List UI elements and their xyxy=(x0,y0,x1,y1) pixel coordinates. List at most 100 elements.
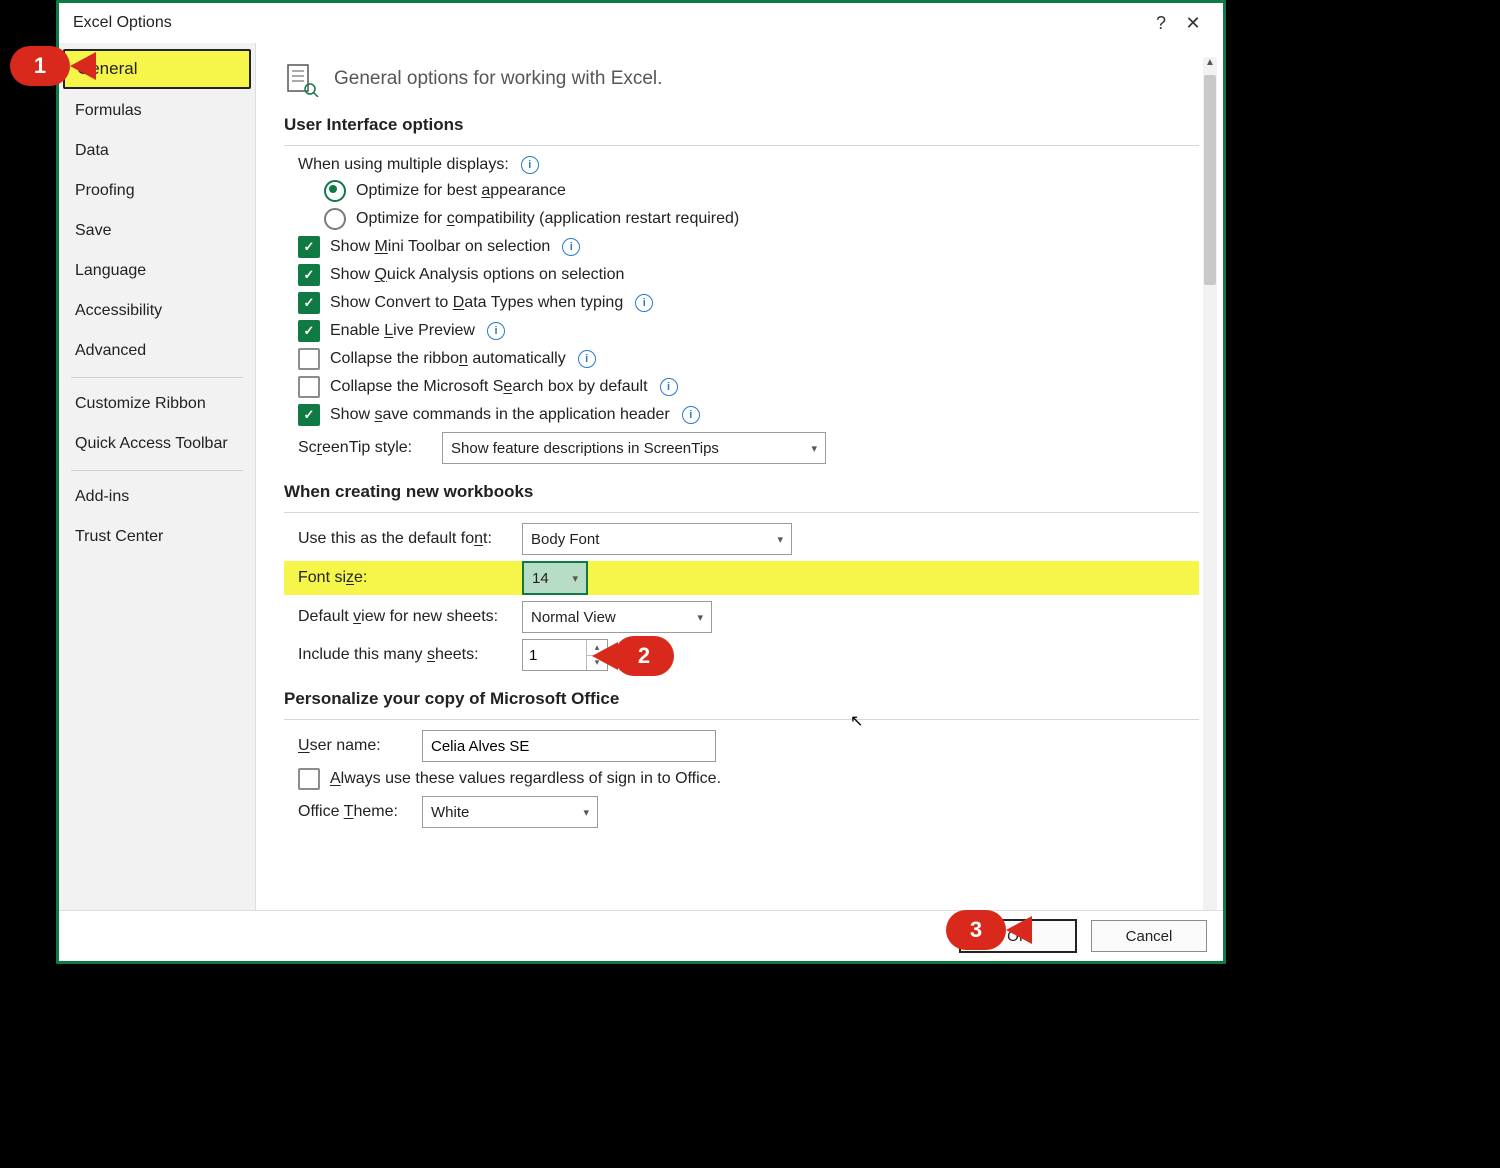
section-divider xyxy=(284,512,1199,513)
sidebar-item-accessibility[interactable]: Accessibility xyxy=(59,291,255,331)
chk-collapse-ribbon[interactable] xyxy=(298,348,320,370)
excel-options-dialog: Excel Options ? ✕ General Formulas Data … xyxy=(56,0,1226,964)
default-view-value: Normal View xyxy=(531,609,616,626)
radio-compat-row[interactable]: Optimize for compatibility (application … xyxy=(284,208,1199,230)
section-personalize: Personalize your copy of Microsoft Offic… xyxy=(284,689,1199,828)
cancel-button[interactable]: Cancel xyxy=(1091,920,1207,952)
office-theme-row: Office Theme: White ▾ xyxy=(284,796,1199,828)
default-view-label: Default view for new sheets: xyxy=(298,608,508,626)
font-size-row: Font size: 14 ▾ xyxy=(284,561,1199,595)
default-font-select[interactable]: Body Font ▾ xyxy=(522,523,792,555)
chk-collapse-search-label: Collapse the Microsoft Search box by def… xyxy=(330,378,648,396)
chk-always-use-values[interactable] xyxy=(298,768,320,790)
annotation-badge-3: 3 xyxy=(946,910,1028,950)
chk-live-preview[interactable] xyxy=(298,320,320,342)
titlebar: Excel Options ? ✕ xyxy=(59,3,1223,43)
info-icon[interactable]: i xyxy=(578,350,596,368)
chk-quick-label: Show Quick Analysis options on selection xyxy=(330,266,624,284)
sidebar-item-language[interactable]: Language xyxy=(59,251,255,291)
sidebar: General Formulas Data Proofing Save Lang… xyxy=(59,43,256,910)
radio-compatibility[interactable] xyxy=(324,208,346,230)
chk-save-commands-header[interactable] xyxy=(298,404,320,426)
office-theme-label: Office Theme: xyxy=(298,803,408,821)
info-icon[interactable]: i xyxy=(562,238,580,256)
section-title-ui: User Interface options xyxy=(284,115,1199,135)
chk-mini-label: Show Mini Toolbar on selection xyxy=(330,238,550,256)
font-size-value: 14 xyxy=(532,570,549,587)
section-title-workbooks: When creating new workbooks xyxy=(284,482,1199,502)
info-icon[interactable]: i xyxy=(635,294,653,312)
chevron-down-icon: ▾ xyxy=(572,572,578,585)
username-input[interactable] xyxy=(422,730,716,762)
chk-collapse-search-row[interactable]: Collapse the Microsoft Search box by def… xyxy=(284,376,1199,398)
sidebar-item-data[interactable]: Data xyxy=(59,131,255,171)
section-title-personalize: Personalize your copy of Microsoft Offic… xyxy=(284,689,1199,709)
scrollbar-thumb[interactable] xyxy=(1204,75,1216,285)
sheets-count-input[interactable] xyxy=(523,647,591,664)
default-font-value: Body Font xyxy=(531,531,599,548)
chk-quick-analysis[interactable] xyxy=(298,264,320,286)
radio-compatibility-label: Optimize for compatibility (application … xyxy=(356,210,739,228)
chevron-down-icon: ▾ xyxy=(811,442,817,455)
sidebar-item-proofing[interactable]: Proofing xyxy=(59,171,255,211)
chk-collapse-ribbon-row[interactable]: Collapse the ribbon automatically i xyxy=(284,348,1199,370)
info-icon[interactable]: i xyxy=(660,378,678,396)
chk-convert-row[interactable]: Show Convert to Data Types when typing i xyxy=(284,292,1199,314)
sidebar-item-customize-ribbon[interactable]: Customize Ribbon xyxy=(59,384,255,424)
multi-display-label-row: When using multiple displays: i xyxy=(284,156,1199,174)
content-panel: General options for working with Excel. … xyxy=(256,43,1223,910)
sheets-count-row: Include this many sheets: ▴ ▾ xyxy=(284,639,1199,671)
always-use-label: Always use these values regardless of si… xyxy=(330,770,721,788)
info-icon[interactable]: i xyxy=(682,406,700,424)
chk-live-row[interactable]: Enable Live Preview i xyxy=(284,320,1199,342)
chk-convert-label: Show Convert to Data Types when typing xyxy=(330,294,623,312)
office-theme-value: White xyxy=(431,804,469,821)
sidebar-item-formulas[interactable]: Formulas xyxy=(59,91,255,131)
radio-best-appearance[interactable] xyxy=(324,180,346,202)
chk-convert-data-types[interactable] xyxy=(298,292,320,314)
font-size-label: Font size: xyxy=(298,569,508,587)
sidebar-item-trust-center[interactable]: Trust Center xyxy=(59,517,255,557)
sidebar-item-qat[interactable]: Quick Access Toolbar xyxy=(59,424,255,464)
help-button[interactable]: ? xyxy=(1145,13,1177,34)
chk-save-header-row[interactable]: Show save commands in the application he… xyxy=(284,404,1199,426)
sidebar-item-addins[interactable]: Add-ins xyxy=(59,477,255,517)
sidebar-item-save[interactable]: Save xyxy=(59,211,255,251)
default-font-row: Use this as the default font: Body Font … xyxy=(284,523,1199,555)
info-icon[interactable]: i xyxy=(521,156,539,174)
chevron-down-icon: ▾ xyxy=(777,533,783,546)
section-new-workbooks: When creating new workbooks Use this as … xyxy=(284,482,1199,671)
screentip-select[interactable]: Show feature descriptions in ScreenTips … xyxy=(442,432,826,464)
username-row: User name: xyxy=(284,730,1199,762)
info-icon[interactable]: i xyxy=(487,322,505,340)
chevron-down-icon: ▾ xyxy=(697,611,703,624)
vertical-scrollbar[interactable]: ▲ ▼ xyxy=(1203,57,1217,910)
default-font-label: Use this as the default font: xyxy=(298,530,508,548)
username-label: User name: xyxy=(298,737,408,755)
page-header-text: General options for working with Excel. xyxy=(334,68,662,90)
chk-save-header-label: Show save commands in the application he… xyxy=(330,406,670,424)
annotation-badge-1: 1 xyxy=(10,46,92,86)
close-button[interactable]: ✕ xyxy=(1177,13,1209,34)
annotation-badge-2: 2 xyxy=(592,636,674,676)
scrollbar-up-icon[interactable]: ▲ xyxy=(1203,57,1217,71)
chk-collapse-search[interactable] xyxy=(298,376,320,398)
sidebar-divider xyxy=(71,470,243,471)
office-theme-select[interactable]: White ▾ xyxy=(422,796,598,828)
radio-appearance-row[interactable]: Optimize for best appearance xyxy=(284,180,1199,202)
chk-quick-row[interactable]: Show Quick Analysis options on selection xyxy=(284,264,1199,286)
sidebar-divider xyxy=(71,377,243,378)
always-use-row[interactable]: Always use these values regardless of si… xyxy=(284,768,1199,790)
chk-mini-row[interactable]: Show Mini Toolbar on selection i xyxy=(284,236,1199,258)
sidebar-item-advanced[interactable]: Advanced xyxy=(59,331,255,371)
general-options-icon xyxy=(284,61,320,97)
section-divider xyxy=(284,719,1199,720)
screentip-label: ScreenTip style: xyxy=(298,439,428,457)
default-view-select[interactable]: Normal View ▾ xyxy=(522,601,712,633)
chk-mini-toolbar[interactable] xyxy=(298,236,320,258)
font-size-select[interactable]: 14 ▾ xyxy=(522,561,588,595)
multi-display-label: When using multiple displays: xyxy=(298,156,509,174)
sheets-count-label: Include this many sheets: xyxy=(298,646,508,664)
chk-collapse-ribbon-label: Collapse the ribbon automatically xyxy=(330,350,566,368)
section-divider xyxy=(284,145,1199,146)
